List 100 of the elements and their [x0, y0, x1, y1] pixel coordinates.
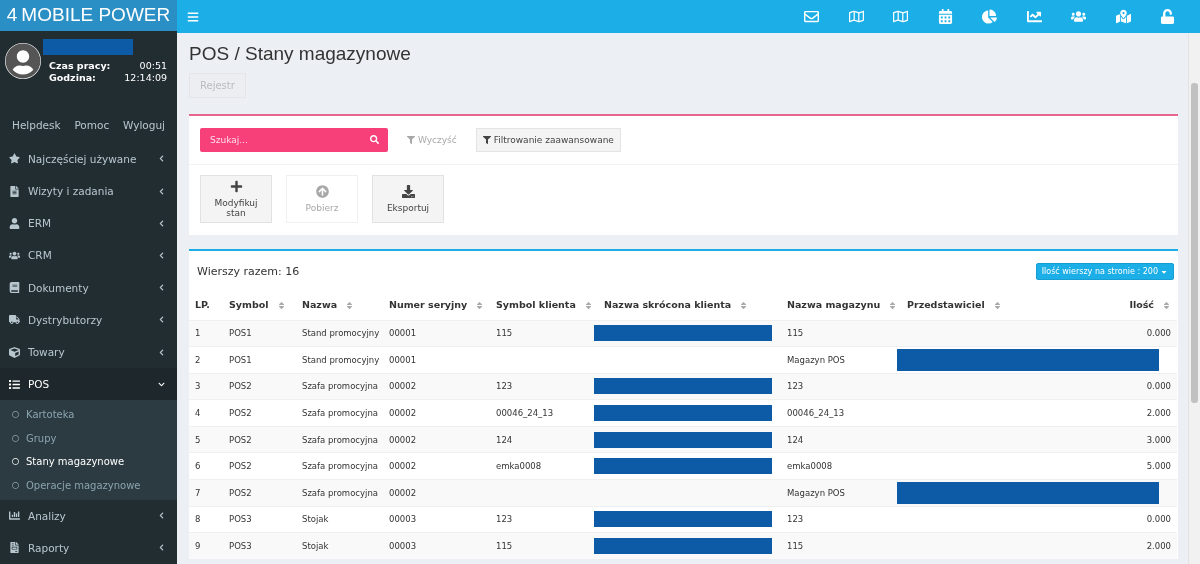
- action-button[interactable]: Modyfikuj stan: [200, 175, 272, 223]
- table-cell: 3.000: [1101, 426, 1177, 453]
- table-cell: 124: [490, 426, 598, 453]
- table-cell: Stojak: [296, 532, 383, 560]
- work-time-label: Czas pracy:: [49, 59, 111, 71]
- table-cell: Szafa promocyjna: [296, 399, 383, 427]
- table-cell: POS1: [223, 320, 296, 347]
- download-icon: [401, 185, 415, 198]
- bar-chart-icon: [9, 510, 20, 522]
- user-link[interactable]: Pomoc: [74, 118, 110, 131]
- chevron-left-icon: [158, 252, 165, 259]
- column-header[interactable]: Numer seryjny: [383, 290, 490, 320]
- user-link[interactable]: Helpdesk: [12, 118, 61, 131]
- table-cell: 00046_24_13: [490, 399, 598, 427]
- unlock-icon[interactable]: [1160, 9, 1176, 24]
- sidebar-item[interactable]: Towary: [0, 336, 177, 369]
- cube-icon: [9, 346, 20, 358]
- column-header[interactable]: Symbol klienta: [490, 290, 598, 320]
- table-cell: 0.000: [1101, 320, 1177, 347]
- sidebar-item[interactable]: CRM: [0, 239, 177, 272]
- table-cell: POS2: [223, 399, 296, 427]
- sidebar-item[interactable]: Najczęściej używane: [0, 142, 177, 175]
- clock-value: 12:14:09: [124, 71, 167, 83]
- table-cell: POS2: [223, 426, 296, 453]
- table-cell: 123: [490, 373, 598, 400]
- chevron-down-icon: [158, 380, 165, 388]
- line-chart-icon[interactable]: [1026, 9, 1042, 24]
- table-cell: 9: [189, 532, 223, 560]
- table-cell: 00001: [383, 320, 490, 347]
- map-icon[interactable]: [893, 9, 909, 24]
- table-cell: Magazyn POS: [781, 346, 901, 374]
- truck-icon: [9, 314, 20, 326]
- table-cell: 0.000: [1101, 373, 1177, 400]
- table-cell: 4: [189, 399, 223, 427]
- table-cell: POS2: [223, 452, 296, 480]
- table-cell: Szafa promocyjna: [296, 373, 383, 400]
- chevron-left-icon: [158, 544, 165, 552]
- table-cell: 0.000: [1101, 506, 1177, 533]
- table-cell: 2.000: [1101, 399, 1177, 427]
- column-header[interactable]: Ilość: [1101, 290, 1177, 320]
- table-cell: 00002: [383, 426, 490, 453]
- sidebar-item[interactable]: Analizy: [0, 499, 177, 532]
- table-cell: 00003: [383, 506, 490, 533]
- book-icon: [9, 282, 20, 294]
- search-field[interactable]: Szukaj...: [200, 128, 388, 152]
- document-icon: [9, 185, 20, 197]
- map-marker-icon[interactable]: [1115, 9, 1131, 24]
- table-cell: Stand promocyjny: [296, 346, 383, 374]
- scrollbar[interactable]: [1188, 33, 1200, 564]
- envelope-icon[interactable]: [804, 9, 820, 24]
- filter-icon: [407, 136, 415, 144]
- sidebar-item[interactable]: Wizyty i zadania: [0, 175, 177, 208]
- chevron-left-icon: [158, 348, 165, 356]
- filter-button[interactable]: Filtrowanie zaawansowane: [475, 128, 621, 152]
- users-icon[interactable]: [1071, 9, 1087, 24]
- table-cell: 00003: [383, 532, 490, 560]
- filter-icon: [482, 136, 491, 144]
- column-header: LP.: [189, 290, 223, 320]
- table-cell: Szafa promocyjna: [296, 426, 383, 453]
- table-cell: 00002: [383, 452, 490, 480]
- calendar-icon[interactable]: [937, 9, 953, 24]
- table-cell: emka0008: [490, 452, 598, 480]
- table-cell: 7: [189, 479, 223, 507]
- user-icon: [9, 217, 20, 229]
- table-cell: Stojak: [296, 506, 383, 533]
- row-count: Wierszy razem: 16: [197, 265, 300, 278]
- table-cell: 115: [490, 532, 598, 560]
- sidebar-item[interactable]: Raporty: [0, 531, 177, 564]
- table-cell: 123: [490, 506, 598, 533]
- map-icon[interactable]: [848, 9, 864, 24]
- column-header[interactable]: Symbol: [223, 290, 296, 320]
- table-cell: 6: [189, 452, 223, 480]
- table-cell: 00001: [383, 346, 490, 374]
- table-cell: 00002: [383, 373, 490, 400]
- table-cell: 2: [189, 346, 223, 374]
- table-cell: POS3: [223, 506, 296, 533]
- pie-chart-icon[interactable]: [982, 9, 998, 24]
- column-header[interactable]: Przedstawiciel: [901, 290, 1101, 320]
- sidebar-item[interactable]: ERM: [0, 207, 177, 240]
- table-cell: 5.000: [1101, 452, 1177, 480]
- table-cell: emka0008: [781, 452, 901, 480]
- submenu-item[interactable]: Stany magazynowe: [0, 450, 177, 474]
- table-cell: 3: [189, 373, 223, 400]
- chevron-left-icon: [158, 512, 165, 520]
- submenu-item[interactable]: Operacje magazynowe: [0, 473, 177, 498]
- action-button[interactable]: Eksportuj: [372, 175, 444, 223]
- submenu-item[interactable]: Kartoteka: [0, 402, 177, 427]
- work-time-value: 00:51: [139, 59, 167, 71]
- column-header[interactable]: Nazwa magazynu: [781, 290, 901, 320]
- column-header[interactable]: Nazwa: [296, 290, 383, 320]
- column-header[interactable]: Nazwa skrócona klienta: [598, 290, 781, 320]
- chevron-left-icon: [158, 284, 165, 292]
- submenu-item[interactable]: Grupy: [0, 426, 177, 450]
- sidebar-item[interactable]: POS: [0, 368, 177, 401]
- page-title: POS / Stany magazynowe: [189, 43, 412, 65]
- menu-icon[interactable]: [187, 10, 199, 23]
- sidebar-item[interactable]: Dystrybutorzy: [0, 303, 177, 336]
- user-link[interactable]: Wyloguj: [123, 118, 165, 131]
- sidebar-item[interactable]: Dokumenty: [0, 271, 177, 304]
- table-cell: 115: [781, 532, 901, 560]
